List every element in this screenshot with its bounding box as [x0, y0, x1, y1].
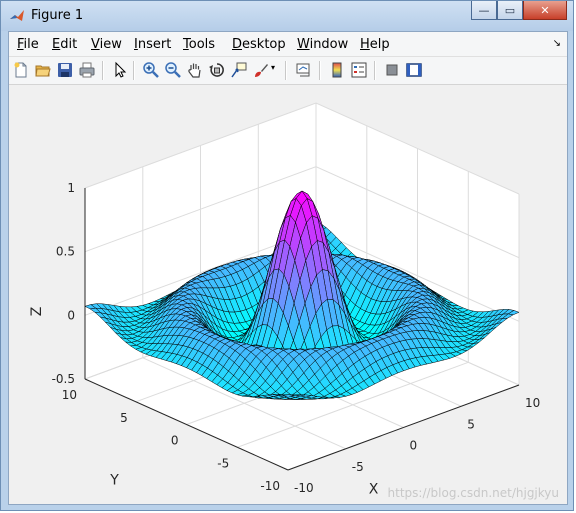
minimize-button[interactable]: —	[471, 1, 497, 20]
figure-toolbar: ▾	[9, 57, 567, 85]
figure-client-area: File Edit View Insert Tools Desktop Wind…	[8, 31, 568, 505]
menu-help[interactable]: Help	[360, 37, 390, 52]
y-tick-label: 5	[120, 411, 128, 425]
menu-window[interactable]: Window	[297, 37, 348, 52]
link-plot-icon[interactable]	[295, 61, 313, 79]
zoom-in-icon[interactable]	[142, 61, 160, 79]
x-tick-label: 10	[525, 396, 540, 410]
menubar-overflow-icon[interactable]: ↘	[553, 38, 561, 49]
z-tick-label: -0.5	[52, 372, 75, 386]
menu-tools[interactable]: Tools	[183, 37, 215, 52]
y-axis-label: Y	[109, 473, 119, 489]
brush-dropdown-icon[interactable]: ▾	[271, 63, 279, 72]
toolbar-separator	[133, 61, 135, 80]
save-icon[interactable]	[56, 61, 74, 79]
pan-icon[interactable]	[186, 61, 204, 79]
x-tick-label: -5	[352, 460, 364, 474]
watermark-text: https://blog.csdn.net/hjgjkyu	[387, 486, 559, 500]
toolbar-separator	[102, 61, 104, 80]
menu-desktop[interactable]: Desktop	[232, 37, 286, 52]
toolbar-separator	[374, 61, 376, 80]
brush-icon[interactable]	[252, 61, 270, 79]
menu-edit[interactable]: Edit	[52, 37, 77, 52]
menu-insert[interactable]: Insert	[134, 37, 171, 52]
edit-plot-icon[interactable]	[111, 61, 129, 79]
toolbar-separator	[319, 61, 321, 80]
surface-plot[interactable]: -0.5 0 0.5 1 -10 -5 0 5 10 -10 -5 0 5 10 X Y Z	[9, 85, 567, 504]
y-tick-label: 0	[171, 434, 179, 448]
z-axis-label: Z	[29, 307, 45, 317]
z-tick-label: 0.5	[56, 245, 75, 259]
zoom-out-icon[interactable]	[164, 61, 182, 79]
y-tick-label: -5	[217, 456, 229, 470]
x-tick-label: 0	[410, 439, 418, 453]
legend-icon[interactable]	[350, 61, 368, 79]
x-tick-label: 5	[467, 417, 475, 431]
y-tick-label: -10	[260, 479, 280, 493]
z-tick-label: 0	[67, 308, 75, 322]
figure-canvas[interactable]: -0.5 0 0.5 1 -10 -5 0 5 10 -10 -5 0 5 10 X Y Z https://b…	[9, 85, 567, 504]
maximize-button[interactable]: ▭	[497, 1, 523, 20]
show-plot-tools-icon[interactable]	[405, 61, 423, 79]
open-file-icon[interactable]	[34, 61, 52, 79]
y-tick-label: 10	[62, 388, 77, 402]
figure-window: Figure 1 — ▭ ✕ File Edit View Insert Too…	[0, 0, 574, 511]
new-figure-icon[interactable]	[12, 61, 30, 79]
z-tick-label: 1	[67, 181, 75, 195]
data-cursor-icon[interactable]	[230, 61, 248, 79]
menu-file[interactable]: File	[17, 37, 39, 52]
toolbar-separator	[285, 61, 287, 80]
x-axis-label: X	[369, 482, 379, 498]
colorbar-icon[interactable]	[328, 61, 346, 79]
print-icon[interactable]	[78, 61, 96, 79]
menu-view[interactable]: View	[91, 37, 122, 52]
rotate-3d-icon[interactable]	[208, 61, 226, 79]
window-title: Figure 1	[31, 8, 84, 23]
title-bar[interactable]: Figure 1 — ▭ ✕	[1, 1, 573, 31]
matlab-logo-icon	[10, 10, 24, 21]
x-tick-label: -10	[294, 481, 314, 495]
close-button[interactable]: ✕	[523, 1, 567, 20]
menu-bar: File Edit View Insert Tools Desktop Wind…	[9, 32, 567, 57]
hide-plot-tools-icon[interactable]	[383, 61, 401, 79]
